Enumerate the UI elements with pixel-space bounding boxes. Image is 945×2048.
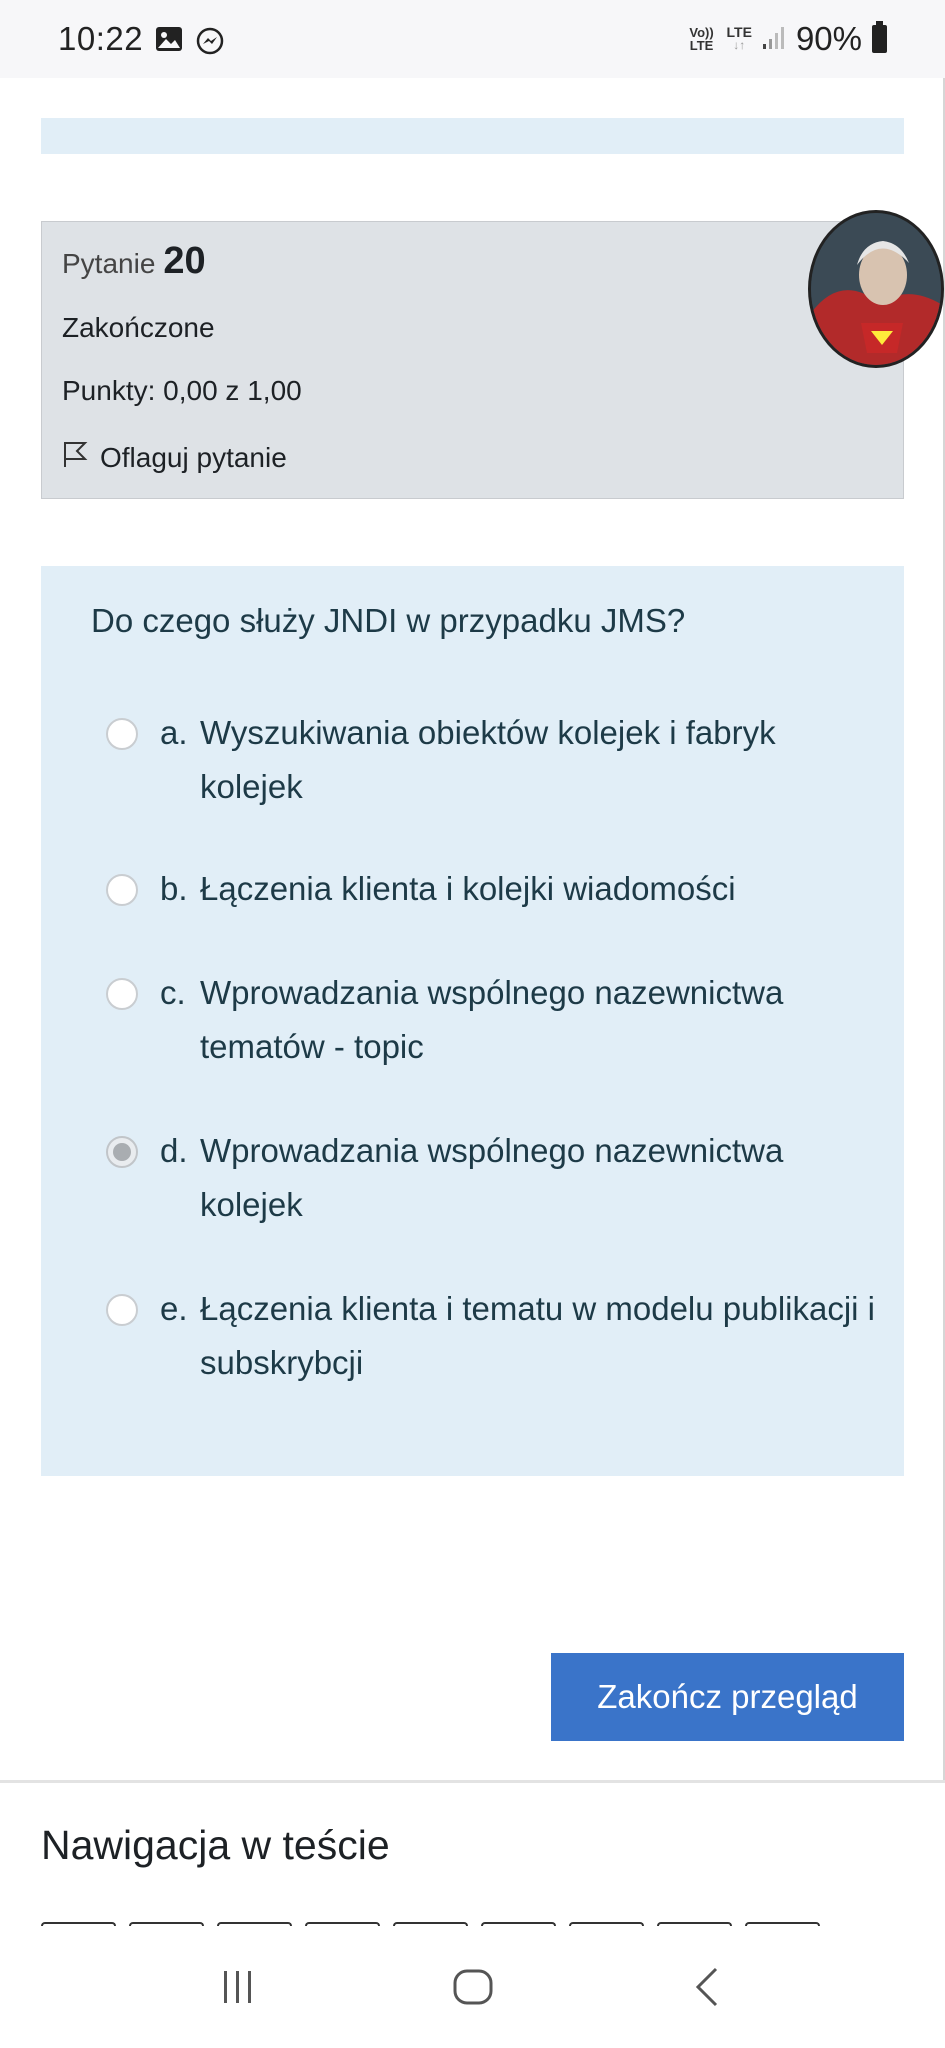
- previous-question-block: [41, 118, 904, 154]
- question-points: Punkty: 0,00 z 1,00: [62, 375, 302, 406]
- question-heading: Pytanie 20: [62, 240, 206, 283]
- answer-radio[interactable]: [106, 874, 138, 906]
- lte-indicator: LTE ↓↑: [727, 25, 752, 52]
- recent-apps-icon: [223, 1971, 251, 2003]
- flag-question-link[interactable]: Oflaguj pytanie: [62, 440, 287, 475]
- answer-radio-selected[interactable]: [106, 1136, 138, 1168]
- answer-text: Wprowadzania wspólnego nazewnictwa temat…: [200, 974, 784, 1065]
- answer-option-d[interactable]: d. Wprowadzania wspólnego nazewnictwa ko…: [106, 1124, 876, 1232]
- answer-radio[interactable]: [106, 718, 138, 750]
- data-arrows-icon: ↓↑: [733, 38, 746, 52]
- question-label: Pytanie: [62, 248, 156, 279]
- status-bar: 10:22 Vo)) LTE LTE ↓↑ 90%: [0, 0, 945, 78]
- question-number: 20: [163, 240, 206, 282]
- back-button[interactable]: [668, 1957, 748, 2017]
- home-button[interactable]: [433, 1957, 513, 2017]
- answer-option-e[interactable]: e. Łączenia klienta i tematu w modelu pu…: [106, 1282, 876, 1390]
- status-time: 10:22: [58, 20, 144, 57]
- user-avatar[interactable]: [808, 210, 944, 368]
- answer-radio[interactable]: [106, 978, 138, 1010]
- question-state: Zakończone: [62, 312, 215, 343]
- quiz-navigation-title: Nawigacja w teście: [41, 1822, 390, 1868]
- answer-letter: c.: [160, 974, 186, 1011]
- section-divider: [0, 1780, 945, 1783]
- flag-icon: [62, 440, 88, 475]
- answer-letter: a.: [160, 714, 188, 751]
- signal-icon: [762, 24, 786, 55]
- gallery-icon: [155, 26, 183, 52]
- answer-option-b[interactable]: b. Łączenia klienta i kolejki wiadomości: [106, 862, 876, 916]
- answer-text: Wyszukiwania obiektów kolejek i fabryk k…: [200, 714, 776, 805]
- answer-letter: b.: [160, 870, 188, 907]
- question-info-panel: Pytanie 20 Zakończone Punkty: 0,00 z 1,0…: [41, 221, 904, 499]
- answer-text: Łączenia klienta i kolejki wiadomości: [200, 870, 736, 907]
- battery-icon: [872, 21, 887, 53]
- recent-apps-button[interactable]: [198, 1957, 278, 2017]
- flag-label: Oflaguj pytanie: [100, 441, 287, 473]
- answer-option-c[interactable]: c. Wprowadzania wspólnego nazewnictwa te…: [106, 966, 876, 1074]
- answer-text: Wprowadzania wspólnego nazewnictwa kolej…: [200, 1132, 784, 1223]
- finish-review-button[interactable]: Zakończ przegląd: [551, 1653, 904, 1741]
- battery-percent: 90%: [795, 20, 862, 57]
- system-navigation-bar: [0, 1926, 945, 2048]
- answer-letter: d.: [160, 1132, 188, 1169]
- messenger-icon: [195, 26, 224, 55]
- volte-indicator: Vo)) LTE: [689, 25, 714, 53]
- home-icon: [453, 1969, 492, 2005]
- question-text: Do czego służy JNDI w przypadku JMS?: [91, 602, 686, 639]
- answer-text: Łączenia klienta i tematu w modelu publi…: [200, 1290, 876, 1381]
- question-content: Do czego służy JNDI w przypadku JMS? a. …: [41, 566, 904, 1476]
- back-icon: [695, 1967, 717, 2007]
- answer-radio[interactable]: [106, 1294, 138, 1326]
- answer-option-a[interactable]: a. Wyszukiwania obiektów kolejek i fabry…: [106, 706, 876, 814]
- answer-letter: e.: [160, 1290, 188, 1327]
